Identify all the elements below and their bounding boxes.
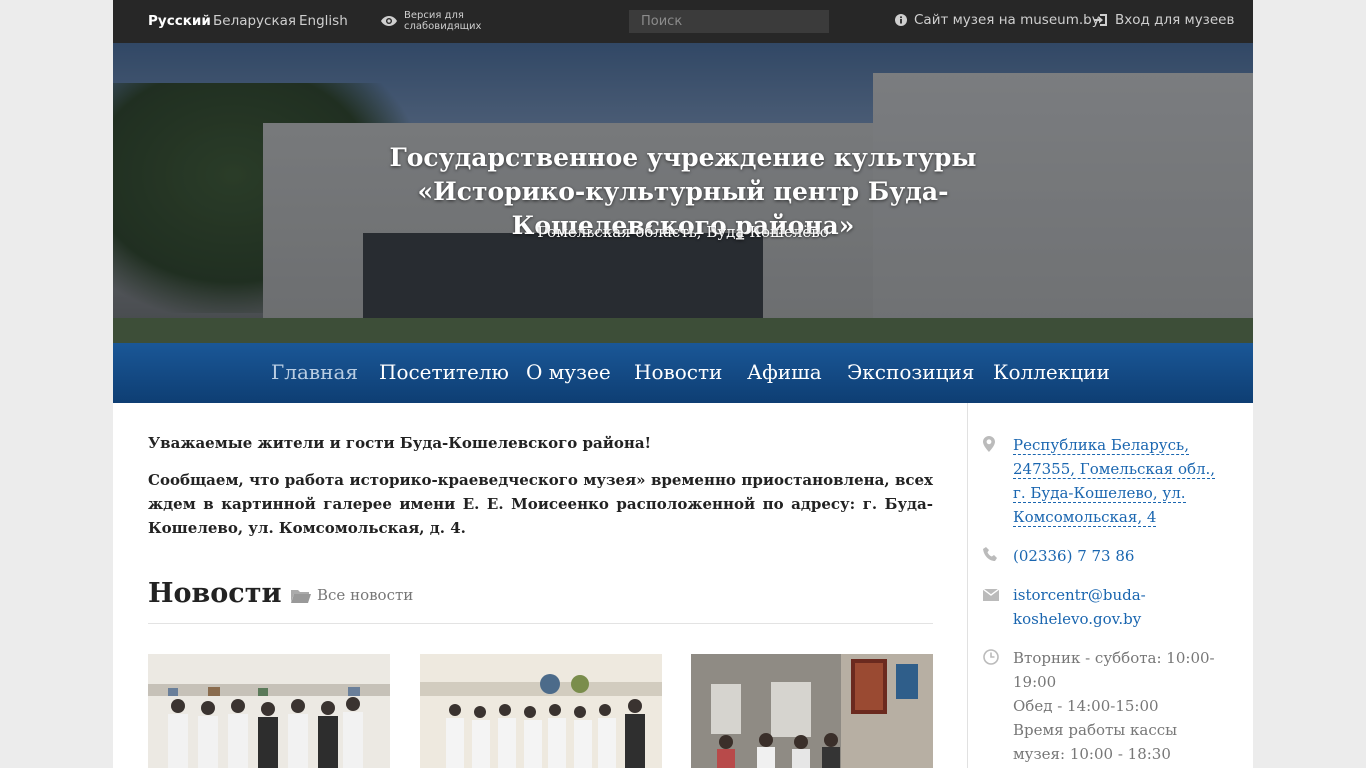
news-photo [420, 654, 662, 768]
address-link[interactable]: Республика Беларусь, 247355, Гомельская … [1013, 436, 1216, 527]
top-bar: Русский Беларуская English Версия для сл… [113, 0, 1253, 43]
info-icon [895, 14, 907, 26]
news-card[interactable] [420, 654, 662, 768]
hours-item: Вторник - суббота: 10:00-19:00 Обед - 14… [983, 646, 1228, 766]
phone-link[interactable]: (02336) 7 73 86 [1013, 544, 1134, 568]
all-news-label: Все новости [317, 586, 414, 604]
news-card[interactable] [691, 654, 933, 768]
news-photo [691, 654, 933, 768]
hours-cashier: Время работы кассы музея: 10:00 - 18:30 [1013, 721, 1178, 763]
notice-body: Сообщаем, что работа историко-краеведчес… [148, 471, 933, 537]
all-news-link[interactable]: Все новости [291, 586, 413, 604]
nav-item-news[interactable]: Новости [634, 360, 722, 384]
low-vision-toggle[interactable]: Версия для слабовидящих [380, 10, 494, 32]
news-photo [148, 654, 390, 768]
phone-icon [983, 547, 997, 561]
login-link[interactable]: Вход для музеев [1094, 12, 1234, 28]
site-location: Гомельская область, Буда-Кошелёво [537, 223, 829, 241]
login-icon [1094, 14, 1107, 26]
search-input[interactable] [629, 10, 829, 33]
nav-item-visitor[interactable]: Посетителю [379, 360, 509, 384]
lang-english[interactable]: English [299, 13, 348, 29]
news-heading: Новости [148, 578, 282, 609]
folder-icon [291, 589, 311, 603]
eye-icon [381, 16, 397, 26]
hero-banner: Государственное учреждение культуры «Ист… [113, 43, 1253, 343]
hours-lunch: Обед - 14:00-15:00 [1013, 697, 1159, 715]
notice-title: Уважаемые жители и гости Буда-Кошелевско… [148, 434, 652, 452]
email-link[interactable]: istorcentr@buda-koshelevo.gov.by [1013, 583, 1213, 631]
address-item: Республика Беларусь, 247355, Гомельская … [983, 433, 1223, 529]
museum-site-label: Сайт музея на museum.by [914, 12, 1100, 28]
map-pin-icon [983, 436, 995, 452]
lang-russian[interactable]: Русский [148, 13, 211, 29]
clock-icon [983, 649, 999, 665]
news-card[interactable] [148, 654, 390, 768]
nav-item-about[interactable]: О музее [526, 360, 611, 384]
phone-item: (02336) 7 73 86 [983, 544, 1134, 568]
page: Русский Беларуская English Версия для сл… [113, 0, 1253, 768]
nav-item-exposition[interactable]: Экспозиция [847, 360, 974, 384]
main-nav: Главная Посетителю О музее Новости Афиша… [113, 343, 1253, 403]
museum-site-link[interactable]: Сайт музея на museum.by [895, 12, 1100, 28]
lang-belarusian[interactable]: Беларуская [213, 13, 296, 29]
nav-item-collections[interactable]: Коллекции [993, 360, 1110, 384]
nav-item-home[interactable]: Главная [271, 360, 358, 384]
login-label: Вход для музеев [1115, 12, 1235, 28]
hours-weekdays: Вторник - суббота: 10:00-19:00 [1013, 649, 1215, 691]
low-vision-label: Версия для слабовидящих [404, 10, 482, 32]
nav-item-events[interactable]: Афиша [747, 360, 822, 384]
envelope-icon [982, 588, 1000, 601]
email-item: istorcentr@buda-koshelevo.gov.by [982, 583, 1213, 631]
